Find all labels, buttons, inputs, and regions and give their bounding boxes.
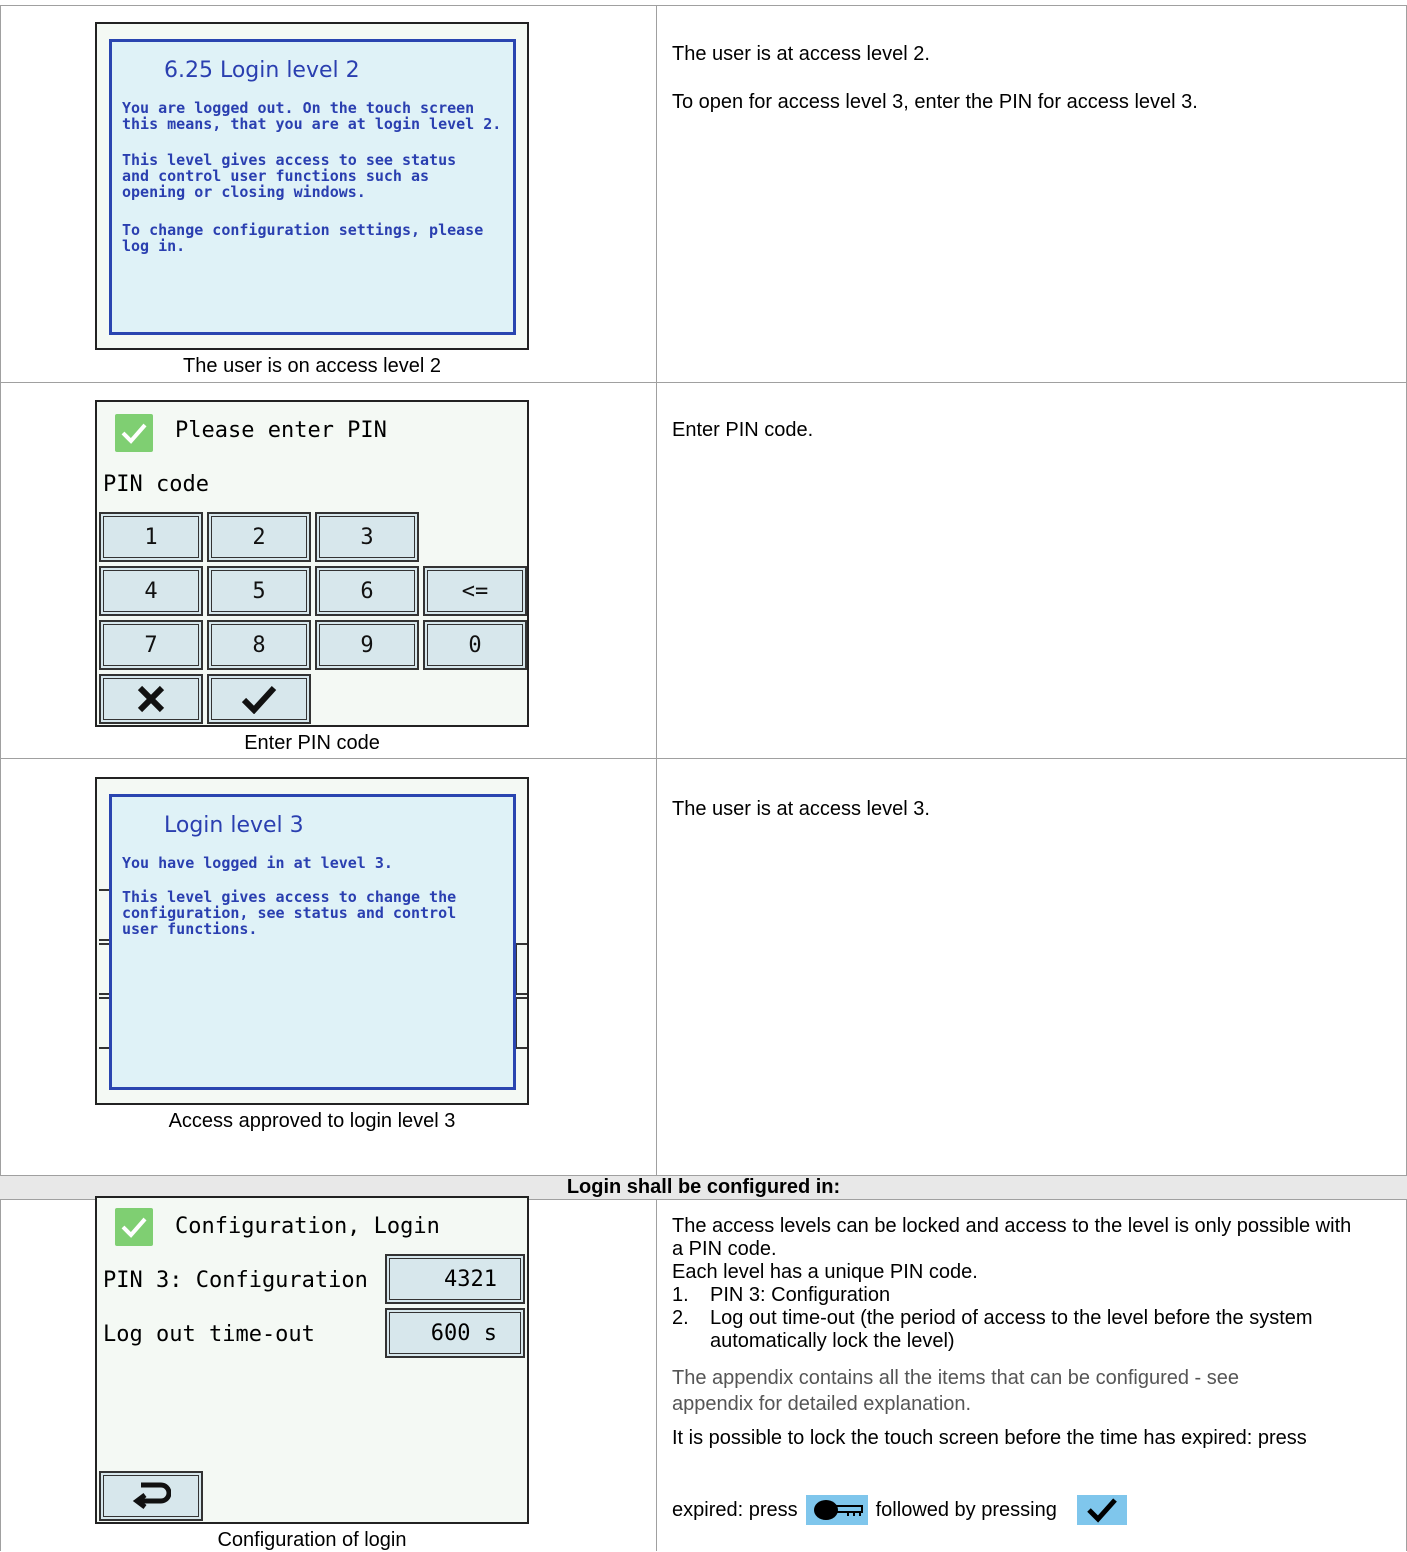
configuration-login-screen: Configuration, Login PIN 3: Configuratio… [95, 1196, 529, 1524]
screen-title: Configuration, Login [175, 1214, 440, 1239]
checkmark-icon [1076, 1495, 1127, 1525]
row-border [0, 382, 1407, 383]
key-4[interactable]: 4 [99, 566, 203, 616]
list-item: 1. PIN 3: Configuration [672, 1284, 1372, 1307]
pin-value-field[interactable]: 4321 [385, 1254, 525, 1304]
col-border [656, 5, 657, 1175]
checkmark-icon [241, 685, 277, 714]
description-line: The user is at access level 2. [672, 43, 930, 65]
caption: Configuration of login [217, 1529, 407, 1551]
list-number: 2. [672, 1307, 689, 1329]
caption: The user is on access level 2 [183, 355, 441, 377]
description-line: Enter PIN code. [672, 419, 814, 441]
popup-text: This level gives access to see status an… [122, 151, 457, 201]
key-5[interactable]: 5 [207, 566, 311, 616]
cancel-button[interactable] [99, 674, 203, 724]
key-icon [805, 1495, 868, 1525]
key-1[interactable]: 1 [99, 512, 203, 562]
config-description: The access levels can be locked and acce… [672, 1215, 1372, 1450]
key-7[interactable]: 7 [99, 620, 203, 670]
expired-text: expired: press [672, 1498, 798, 1521]
popup-text: This level gives access to change the co… [122, 888, 457, 938]
check-icon[interactable] [115, 414, 153, 452]
key-6[interactable]: 6 [315, 566, 419, 616]
caption: Enter PIN code [244, 732, 380, 754]
appendix-note: The appendix contains all the items that… [672, 1367, 1240, 1415]
lock-text-b: followed by pressing [875, 1498, 1057, 1521]
back-arrow-icon [132, 1482, 171, 1509]
key-0[interactable]: 0 [423, 620, 527, 670]
key-8[interactable]: 8 [207, 620, 311, 670]
check-icon[interactable] [115, 1208, 153, 1246]
login-level-2-popup: 6.25 Login level 2 You are logged out. O… [109, 39, 516, 335]
key-2[interactable]: 2 [207, 512, 311, 562]
timeout-label: Log out time-out [103, 1322, 315, 1347]
description: The user is at access level 3. [672, 797, 1372, 821]
background-keypad-fragment [515, 997, 527, 1049]
description-line: The access levels can be locked and acce… [672, 1215, 1352, 1260]
login-level-2-screen: 6.25 Login level 2 You are logged out. O… [95, 22, 529, 350]
popup-title: Login level 3 [164, 813, 304, 838]
pin-entry-screen: Please enter PIN PIN code 1 2 3 4 5 6 <=… [95, 400, 529, 727]
description-line: The user is at access level 3. [672, 798, 930, 820]
list-text: Log out time-out (the period of access t… [710, 1307, 1313, 1352]
popup-text: You have logged in at level 3. [122, 854, 393, 872]
row-border [0, 758, 1407, 759]
list-text: PIN 3: Configuration [710, 1284, 891, 1306]
back-button[interactable] [99, 1471, 203, 1521]
caption: Access approved to login level 3 [168, 1110, 456, 1132]
popup-title: 6.25 Login level 2 [164, 58, 360, 83]
background-keypad-fragment [515, 943, 527, 995]
lock-text: It is possible to lock the touch screen … [672, 1427, 1307, 1449]
login-level-3-popup: Login level 3 You have logged in at leve… [109, 794, 516, 1090]
lock-instruction-line: expired: press followed by pressing [672, 1490, 1127, 1530]
cross-icon [137, 685, 165, 713]
screen-title: Please enter PIN [175, 418, 387, 443]
key-backspace[interactable]: <= [423, 566, 527, 616]
key-3[interactable]: 3 [315, 512, 419, 562]
row-border [0, 5, 1407, 6]
list-item: 2. Log out time-out (the period of acces… [672, 1307, 1372, 1353]
popup-text: To change configuration settings, please… [122, 221, 484, 255]
popup-text: You are logged out. On the touch screen … [122, 99, 502, 133]
description-line: Each level has a unique PIN code. [672, 1261, 978, 1283]
description-line: To open for access level 3, enter the PI… [672, 91, 1198, 113]
col-border [656, 1199, 657, 1551]
pin-label: PIN 3: Configuration [103, 1268, 368, 1293]
login-level-3-screen: Login level 3 You have logged in at leve… [95, 777, 529, 1105]
col-border [0, 5, 1, 1551]
description: Enter PIN code. [672, 418, 1372, 442]
list-number: 1. [672, 1284, 689, 1306]
field-label: PIN code [103, 472, 209, 497]
key-9[interactable]: 9 [315, 620, 419, 670]
description: The user is at access level 2. To open f… [672, 42, 1372, 114]
confirm-button[interactable] [207, 674, 311, 724]
timeout-value-field[interactable]: 600 s [385, 1308, 525, 1358]
